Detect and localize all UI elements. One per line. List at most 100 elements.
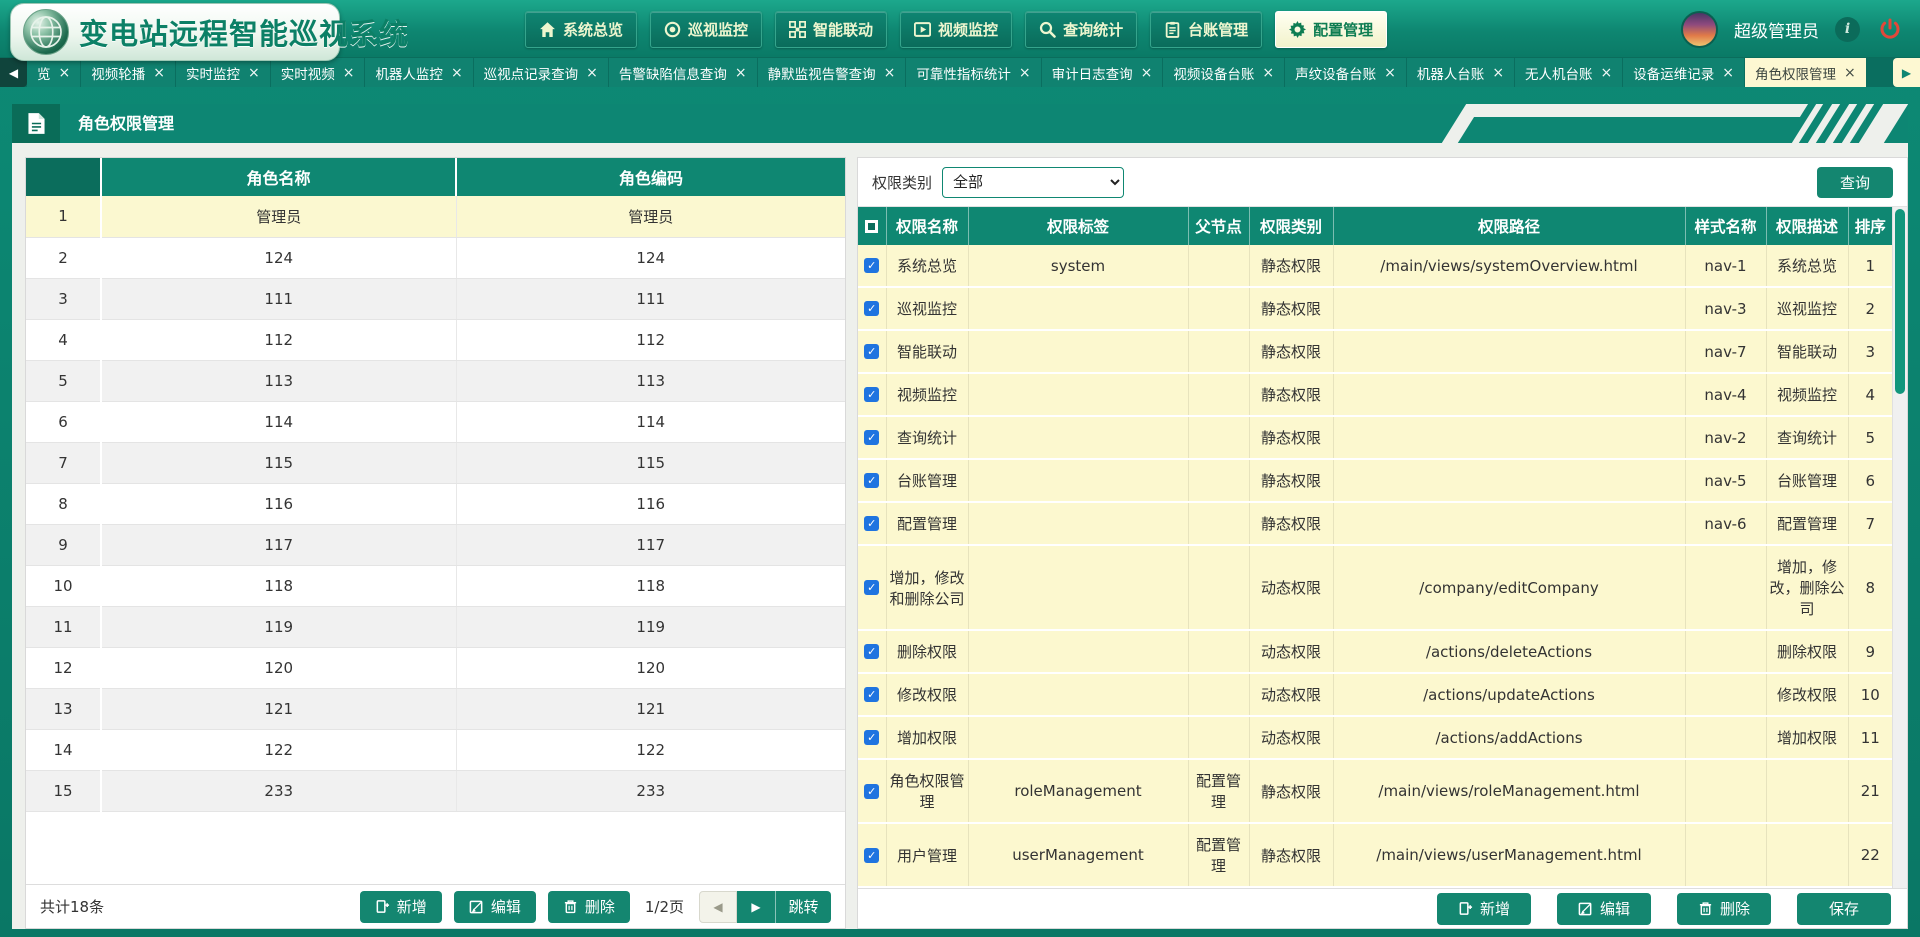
permission-row-12[interactable]: ✓角色权限管理roleManagement配置管理静态权限/main/views… <box>858 759 1892 823</box>
tab-close-icon[interactable]: × <box>1492 65 1504 81</box>
tab-14[interactable]: 无人机台账× <box>1515 58 1623 87</box>
tab-2[interactable]: 视频轮播× <box>81 58 176 87</box>
row-checkbox[interactable]: ✓ <box>864 516 879 531</box>
permission-row-6[interactable]: ✓台账管理静态权限nav-5台账管理6 <box>858 459 1892 502</box>
tab-close-icon[interactable]: × <box>735 65 747 81</box>
row-checkbox[interactable]: ✓ <box>864 784 879 799</box>
permission-row-10[interactable]: ✓修改权限动态权限/actions/updateActions修改权限10 <box>858 673 1892 716</box>
tab-13[interactable]: 机器人台账× <box>1407 58 1515 87</box>
tab-12[interactable]: 声纹设备台账× <box>1285 58 1407 87</box>
role-row-2[interactable]: 2124124 <box>26 237 845 278</box>
role-row-5[interactable]: 5113113 <box>26 360 845 401</box>
row-checkbox[interactable]: ✓ <box>864 301 879 316</box>
permission-row-11[interactable]: ✓增加权限动态权限/actions/addActions增加权限11 <box>858 716 1892 759</box>
role-delete-button[interactable]: 删除 <box>548 891 630 923</box>
tab-close-icon[interactable]: × <box>1384 65 1396 81</box>
tab-8[interactable]: 静默监视告警查询× <box>758 58 907 87</box>
permission-row-13[interactable]: ✓用户管理userManagement配置管理静态权限/main/views/u… <box>858 823 1892 887</box>
power-icon[interactable] <box>1876 15 1904 43</box>
tab-10[interactable]: 审计日志查询× <box>1042 58 1164 87</box>
scrollbar-thumb[interactable] <box>1895 209 1905 394</box>
role-row-8[interactable]: 8116116 <box>26 483 845 524</box>
nav-button-query-stats[interactable]: 查询统计 <box>1025 11 1137 48</box>
nav-button-config-management[interactable]: 配置管理 <box>1275 11 1387 48</box>
tab-4[interactable]: 实时视频× <box>271 58 366 87</box>
permission-row-1[interactable]: ✓系统总览system静态权限/main/views/systemOvervie… <box>858 245 1892 287</box>
role-row-13[interactable]: 13121121 <box>26 688 845 729</box>
row-checkbox[interactable]: ✓ <box>864 687 879 702</box>
select-all-checkbox[interactable] <box>865 220 878 233</box>
save-button[interactable]: 保存 <box>1797 893 1891 925</box>
role-row-11[interactable]: 11119119 <box>26 606 845 647</box>
nav-button-system-overview[interactable]: 系统总览 <box>525 11 637 48</box>
search-button[interactable]: 查询 <box>1817 167 1893 198</box>
tab-1[interactable]: 览× <box>27 58 81 87</box>
row-checkbox[interactable]: ✓ <box>864 430 879 445</box>
prev-page-icon[interactable]: ◀ <box>699 891 737 923</box>
tab-close-icon[interactable]: × <box>1722 65 1734 81</box>
role-row-12[interactable]: 12120120 <box>26 647 845 688</box>
tab-16[interactable]: 角色权限管理× <box>1745 58 1867 87</box>
tab-11[interactable]: 视频设备台账× <box>1163 58 1285 87</box>
role-row-14[interactable]: 14122122 <box>26 729 845 770</box>
role-edit-button[interactable]: 编辑 <box>454 891 536 923</box>
row-checkbox[interactable]: ✓ <box>864 580 879 595</box>
permission-row-4[interactable]: ✓视频监控静态权限nav-4视频监控4 <box>858 373 1892 416</box>
tab-7[interactable]: 告警缺陷信息查询× <box>609 58 758 87</box>
permission-row-7[interactable]: ✓配置管理静态权限nav-6配置管理7 <box>858 502 1892 545</box>
permission-row-8[interactable]: ✓增加，修改和删除公司动态权限/company/editCompany增加，修改… <box>858 545 1892 630</box>
row-checkbox[interactable]: ✓ <box>864 730 879 745</box>
permission-row-2[interactable]: ✓巡视监控静态权限nav-3巡视监控2 <box>858 287 1892 330</box>
nav-button-ledger-management[interactable]: 台账管理 <box>1150 11 1262 48</box>
tab-close-icon[interactable]: × <box>451 65 463 81</box>
tab-close-icon[interactable]: × <box>1262 65 1274 81</box>
tab-close-icon[interactable]: × <box>1601 65 1613 81</box>
tab-scroll-right-icon[interactable]: ▶ <box>1893 58 1920 87</box>
role-row-6[interactable]: 6114114 <box>26 401 845 442</box>
tab-close-icon[interactable]: × <box>153 65 165 81</box>
tab-close-icon[interactable]: × <box>1019 65 1031 81</box>
permission-row-9[interactable]: ✓删除权限动态权限/actions/deleteActions删除权限9 <box>858 630 1892 673</box>
tab-9[interactable]: 可靠性指标统计× <box>906 58 1041 87</box>
role-row-4[interactable]: 4112112 <box>26 319 845 360</box>
row-checkbox[interactable]: ✓ <box>864 848 879 863</box>
vertical-scrollbar[interactable] <box>1892 207 1907 888</box>
row-checkbox[interactable]: ✓ <box>864 258 879 273</box>
permission-type-select[interactable]: 全部 <box>942 167 1124 198</box>
nav-button-smart-linkage[interactable]: 智能联动 <box>775 11 887 48</box>
nav-button-patrol-monitor[interactable]: 巡视监控 <box>650 11 762 48</box>
tab-close-icon[interactable]: × <box>59 65 71 81</box>
tab-scroll-left-icon[interactable]: ◀ <box>0 58 27 87</box>
perm-edit-button[interactable]: 编辑 <box>1557 893 1651 925</box>
role-add-button[interactable]: 新增 <box>360 891 442 923</box>
row-checkbox[interactable]: ✓ <box>864 473 879 488</box>
role-row-9[interactable]: 9117117 <box>26 524 845 565</box>
tab-3[interactable]: 实时监控× <box>176 58 271 87</box>
role-row-15[interactable]: 15233233 <box>26 770 845 811</box>
nav-button-video-monitor[interactable]: 视频监控 <box>900 11 1012 48</box>
tab-close-icon[interactable]: × <box>1844 65 1856 81</box>
role-row-1[interactable]: 1管理员管理员 <box>26 196 845 237</box>
row-checkbox[interactable]: ✓ <box>864 344 879 359</box>
perm-add-button[interactable]: 新增 <box>1437 893 1531 925</box>
tab-close-icon[interactable]: × <box>248 65 260 81</box>
tab-close-icon[interactable]: × <box>884 65 896 81</box>
role-row-10[interactable]: 10118118 <box>26 565 845 606</box>
role-row-7[interactable]: 7115115 <box>26 442 845 483</box>
row-checkbox[interactable]: ✓ <box>864 644 879 659</box>
tab-close-icon[interactable]: × <box>343 65 355 81</box>
next-page-icon[interactable]: ▶ <box>737 891 775 923</box>
tab-15[interactable]: 设备运维记录× <box>1623 58 1745 87</box>
row-checkbox[interactable]: ✓ <box>864 387 879 402</box>
jump-page-button[interactable]: 跳转 <box>775 891 831 923</box>
tab-5[interactable]: 机器人监控× <box>365 58 473 87</box>
avatar[interactable] <box>1681 11 1718 48</box>
tab-6[interactable]: 巡视点记录查询× <box>474 58 609 87</box>
role-row-3[interactable]: 3111111 <box>26 278 845 319</box>
tab-close-icon[interactable]: × <box>1141 65 1153 81</box>
info-icon[interactable]: i <box>1835 17 1860 42</box>
tab-close-icon[interactable]: × <box>586 65 598 81</box>
permission-row-3[interactable]: ✓智能联动静态权限nav-7智能联动3 <box>858 330 1892 373</box>
permission-row-5[interactable]: ✓查询统计静态权限nav-2查询统计5 <box>858 416 1892 459</box>
perm-delete-button[interactable]: 删除 <box>1677 893 1771 925</box>
